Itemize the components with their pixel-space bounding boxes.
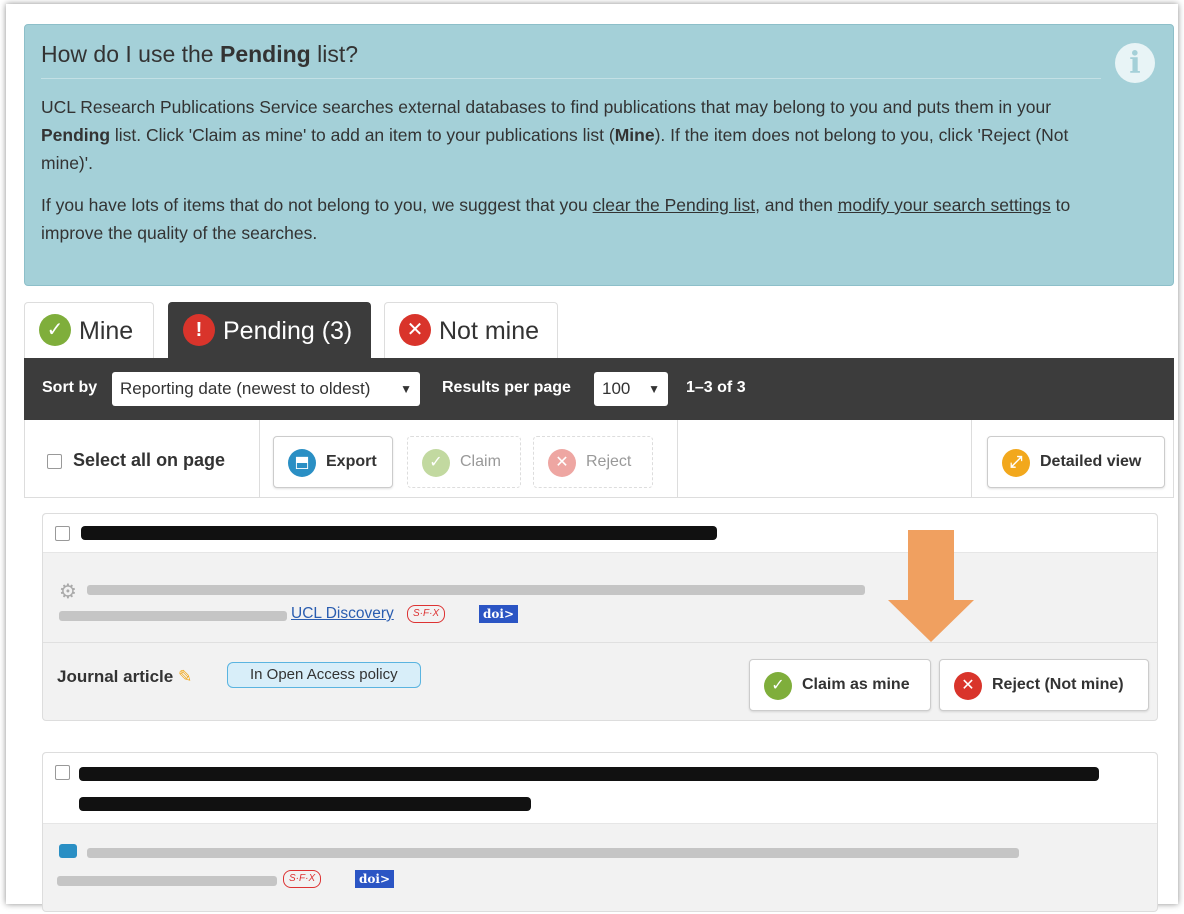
- help-paragraph-1: UCL Research Publications Service search…: [41, 97, 1069, 173]
- open-access-badge: In Open Access policy: [227, 662, 421, 688]
- claim-button[interactable]: ✓ Claim: [407, 436, 521, 488]
- caret-down-icon: ▼: [648, 382, 660, 396]
- select-all[interactable]: Select all on page: [47, 450, 225, 471]
- publication-checkbox[interactable]: [55, 765, 70, 780]
- publication-title-row: [43, 514, 1157, 553]
- help-divider: [41, 78, 1101, 79]
- caret-down-icon: ▼: [400, 382, 412, 396]
- x-icon: ✕: [954, 672, 982, 700]
- claim-as-mine-button[interactable]: ✓ Claim as mine: [749, 659, 931, 711]
- tab-not-mine[interactable]: ✕ Not mine: [384, 302, 558, 358]
- select-all-checkbox[interactable]: [47, 453, 62, 469]
- exclamation-icon: !: [183, 313, 215, 346]
- help-paragraph-2: If you have lots of items that do not be…: [41, 195, 1071, 243]
- redacted-citation: [59, 611, 287, 621]
- ucl-discovery-link[interactable]: UCL Discovery: [291, 605, 394, 623]
- results-toolbar: Sort by Reporting date (newest to oldest…: [24, 358, 1174, 420]
- source-icon: [59, 844, 77, 858]
- help-panel: How do I use the Pending list? UCL Resea…: [24, 24, 1174, 286]
- arrow-down-icon: [888, 600, 974, 642]
- pencil-icon[interactable]: ✎: [178, 667, 192, 686]
- info-icon: i: [1115, 43, 1155, 83]
- redacted-title: [79, 797, 531, 811]
- detailed-view-button[interactable]: ⤢ Detailed view: [987, 436, 1165, 488]
- doi-link[interactable]: doi>: [479, 605, 519, 623]
- redacted-title: [81, 526, 717, 540]
- arrow-annotation: [908, 530, 954, 602]
- help-title: How do I use the Pending list?: [41, 41, 359, 67]
- doi-link[interactable]: doi>: [355, 870, 395, 888]
- divider: [677, 420, 678, 498]
- sort-select[interactable]: Reporting date (newest to oldest) ▼: [112, 372, 420, 406]
- check-icon: ✓: [764, 672, 792, 700]
- tab-mine[interactable]: ✓ Mine: [24, 302, 154, 358]
- export-icon: ⬒: [288, 449, 316, 477]
- publication-item: S·F·X doi>: [42, 752, 1158, 912]
- publication-meta: S·F·X doi>: [43, 824, 1157, 914]
- bulk-actions-bar: Select all on page ⬒ Export ✓ Claim ✕ Re…: [24, 420, 1174, 498]
- redacted-authors: [87, 848, 1019, 858]
- results-per-page-label: Results per page: [442, 379, 571, 396]
- sfx-link[interactable]: S·F·X: [283, 870, 322, 888]
- gear-icon: ⚙: [59, 581, 77, 603]
- modify-search-settings-link[interactable]: modify your search settings: [838, 195, 1051, 215]
- redacted-authors: [87, 585, 865, 595]
- publication-checkbox[interactable]: [55, 526, 70, 541]
- publication-type: Journal article ✎: [57, 667, 193, 686]
- export-button[interactable]: ⬒ Export: [273, 436, 393, 488]
- expand-icon: ⤢: [1002, 449, 1030, 477]
- divider: [43, 642, 1157, 643]
- publication-item: ⚙ UCL Discovery S·F·X doi> Journal artic…: [42, 513, 1158, 721]
- reject-not-mine-button[interactable]: ✕ Reject (Not mine): [939, 659, 1149, 711]
- redacted-title: [79, 767, 1099, 781]
- reject-button[interactable]: ✕ Reject: [533, 436, 653, 488]
- divider: [971, 420, 972, 498]
- check-icon: ✓: [422, 449, 450, 477]
- divider: [259, 420, 260, 498]
- sfx-link[interactable]: S·F·X: [407, 605, 446, 623]
- results-per-page-select[interactable]: 100 ▼: [594, 372, 668, 406]
- results-range: 1–3 of 3: [686, 379, 746, 396]
- publication-meta: ⚙ UCL Discovery S·F·X doi>: [43, 553, 1157, 643]
- x-icon: ✕: [399, 313, 431, 346]
- redacted-citation: [57, 876, 277, 886]
- tab-pending[interactable]: ! Pending (3): [168, 302, 371, 358]
- clear-pending-link[interactable]: clear the Pending list: [593, 195, 755, 215]
- sort-label: Sort by: [42, 379, 98, 396]
- publication-title-row: [43, 753, 1157, 824]
- x-icon: ✕: [548, 449, 576, 477]
- check-icon: ✓: [39, 313, 71, 346]
